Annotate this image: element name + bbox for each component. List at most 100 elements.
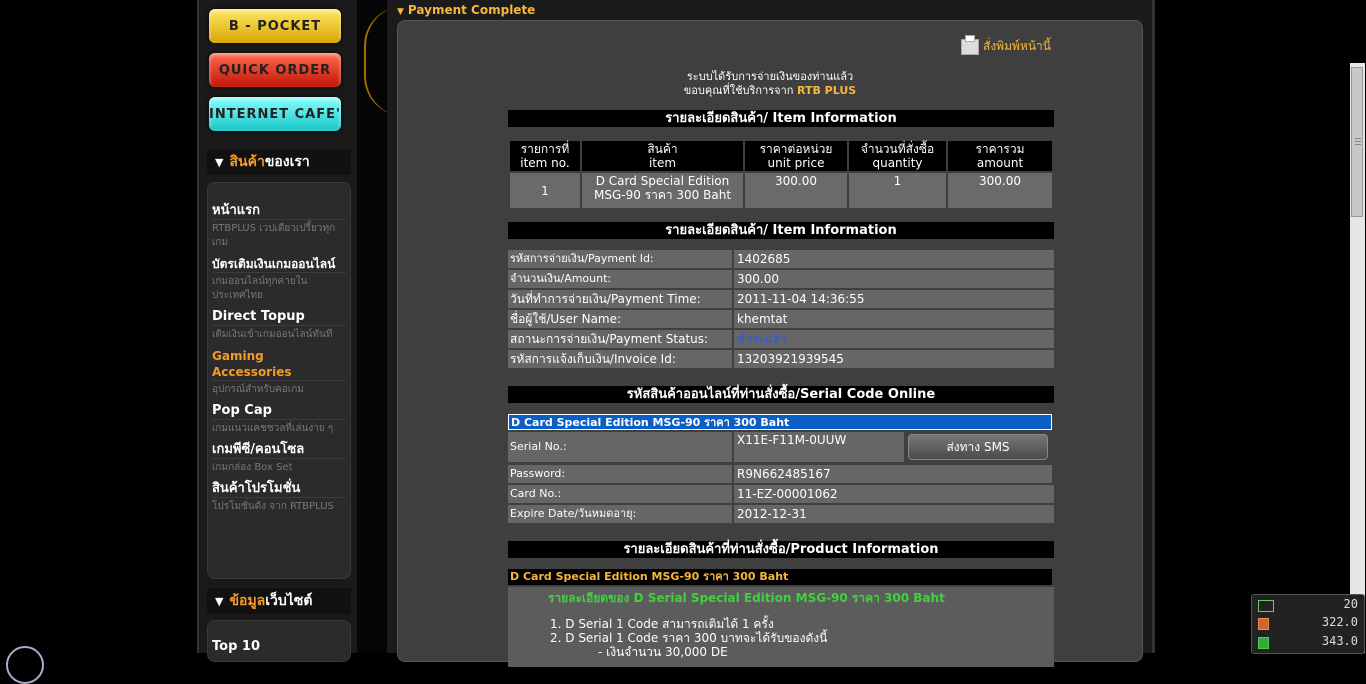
widget-value: 20 — [1343, 597, 1358, 611]
system-monitor-widget: 20 322.0 343.0 — [1251, 594, 1365, 654]
cell-quantity: 1 — [849, 173, 946, 208]
menu-item-pc-console[interactable]: เกมพีซี/คอนโซล เกมกล่อง Box Set — [208, 442, 350, 475]
triangle-down-icon: ▼ — [215, 155, 224, 169]
printer-icon — [961, 34, 979, 55]
table-row: 1 D Card Special Edition MSG-90 ราคา 300 … — [510, 173, 1052, 208]
item-table: รายการที่ item no. สินค้า item ราคาต่อหน่ว… — [508, 139, 1054, 210]
item-info-title: รายละเอียดสินค้า/ Item Information — [508, 110, 1054, 127]
menu-item-home[interactable]: หน้าแรก RTBPLUS เวปเดียวเปรี้ยวทุกเกม — [208, 203, 350, 250]
row-value: 13203921939545 — [734, 350, 1054, 368]
cell-item: D Card Special Edition MSG-90 ราคา 300 Ba… — [582, 173, 743, 208]
menu-item-title[interactable]: Direct Topup — [212, 309, 346, 325]
menu-item-topup-cards[interactable]: บัตรเติมเงินเกมออนไลน์ เกมออนไลน์ทุกค่าย… — [208, 256, 350, 303]
print-label[interactable]: สั่งพิมพ์หน้านี้ — [983, 37, 1051, 56]
site-section-heading: ▼ ข้อมูล เว็บไซต์ — [207, 588, 351, 614]
menu-item-subtitle: เกมออนไลน์ทุกค่ายในประเทศไทย — [212, 272, 346, 303]
row-label: วันที่ทำการจ่ายเงิน/Payment Time: — [508, 290, 732, 308]
table-header-row: รายการที่ item no. สินค้า item ราคาต่อหน่ว… — [510, 141, 1052, 171]
internet-cafe-button[interactable]: INTERNET CAFE' — [209, 97, 341, 131]
widget-row: 343.0 — [1256, 634, 1360, 650]
menu-item-promotion[interactable]: สินค้าโปรโมชั่น โปรโมชั่นดัง จาก RTBPLUS — [208, 481, 350, 514]
col-header: ราคารวม amount — [948, 141, 1052, 171]
menu-item-subtitle: เกมกล่อง Box Set — [212, 458, 346, 475]
products-menu: หน้าแรก RTBPLUS เวปเดียวเปรี้ยวทุกเกม บั… — [207, 182, 351, 579]
row-label: สถานะการจ่ายเงิน/Payment Status: — [508, 330, 732, 348]
menu-item-subtitle: อุปกรณ์สำหรับคอเกม — [212, 380, 346, 397]
brand-name: RTB PLUS — [796, 84, 857, 97]
menu-item-title[interactable]: สินค้าโปรโมชั่น — [212, 481, 346, 497]
row-label: Expire Date/วันหมดอายุ: — [508, 505, 732, 523]
memory-icon — [1258, 637, 1269, 649]
widget-value: 343.0 — [1321, 634, 1358, 648]
triangle-down-icon: ▼ — [397, 7, 404, 17]
menu-item-title[interactable]: บัตรเติมเงินเกมออนไลน์ — [212, 256, 346, 272]
page-title: ▼ Payment Complete — [397, 3, 535, 17]
product-bar: D Card Special Edition MSG-90 ราคา 300 B… — [508, 569, 1052, 585]
site-menu: Top 10 — [207, 620, 351, 662]
product-detail-heading: รายละเอียดของ D Serial Special Edition M… — [548, 591, 945, 605]
row-label: ชื่อผู้ใช้/User Name: — [508, 310, 732, 328]
col-header: สินค้า item — [582, 141, 743, 171]
thanks-prefix: ขอบคุณที่ใช้บริการจาก — [683, 84, 797, 97]
content-box: สั่งพิมพ์หน้านี้ ระบบได้รับการจ่ายเงินขอ… — [397, 20, 1143, 667]
print-link[interactable]: สั่งพิมพ์หน้านี้ — [961, 34, 1051, 56]
page-title-text: Payment Complete — [407, 3, 536, 17]
menu-item-title[interactable]: Gaming Accessories — [212, 348, 346, 380]
col-header: ราคาต่อหน่วย unit price — [745, 141, 847, 171]
row-value: R9N662485167 — [734, 465, 1052, 483]
widget-value: 322.0 — [1321, 615, 1358, 629]
menu-item-subtitle: โปรโมชั่นดัง จาก RTBPLUS — [212, 497, 346, 514]
widget-row: 322.0 — [1256, 615, 1360, 631]
menu-item-pop-cap[interactable]: Pop Cap เกมแนวแคชชวลที่เล่นง่าย ๆ — [208, 403, 350, 436]
row-label: รหัสการแจ้งเก็บเงิน/Invoice Id: — [508, 350, 732, 368]
left-sidebar: B - POCKET QUICK ORDER INTERNET CAFE' ▼ … — [197, 0, 361, 662]
col-header: รายการที่ item no. — [510, 141, 580, 171]
product-detail-box: รายละเอียดของ D Serial Special Edition M… — [508, 587, 1054, 667]
row-label: Card No.: — [508, 485, 732, 503]
network-icon — [1258, 600, 1274, 612]
row-value: 11-EZ-00001062 — [734, 485, 1054, 503]
row-value: 300.00 — [734, 270, 1054, 288]
b-pocket-button[interactable]: B - POCKET — [209, 9, 341, 43]
cpu-icon — [1258, 618, 1269, 630]
products-heading-rest: ของเรา — [264, 154, 310, 170]
menu-item-title[interactable]: Pop Cap — [212, 403, 346, 419]
row-label: Password: — [508, 465, 732, 483]
scrollbar-thumb[interactable] — [1351, 67, 1363, 217]
widget-row: 20 — [1256, 597, 1360, 613]
row-value: khemtat — [734, 310, 1054, 328]
row-label: จำนวนเงิน/Amount: — [508, 270, 732, 288]
menu-item-direct-topup[interactable]: Direct Topup เติมเงินเข้าเกมออนไลน์ทันที — [208, 309, 350, 342]
main-panel: ▼ Payment Complete สั่งพิมพ์หน้านี้ ระบบไ… — [387, 0, 1155, 667]
send-sms-button[interactable]: ส่งทาง SMS — [908, 434, 1048, 460]
cell-item-no: 1 — [510, 173, 580, 208]
menu-item-subtitle: RTBPLUS เวปเดียวเปรี้ยวทุกเกม — [212, 219, 346, 250]
site-heading-highlight: ข้อมูล — [229, 593, 266, 609]
quick-order-button[interactable]: QUICK ORDER — [209, 53, 341, 87]
products-section-heading: ▼ สินค้า ของเรา — [207, 149, 351, 175]
row-value: 1402685 — [734, 250, 1054, 268]
site-heading-rest: เว็บไซต์ — [265, 593, 313, 609]
col-header: จำนวนที่สั่งซื้อ quantity — [849, 141, 946, 171]
payment-info-title: รายละเอียดสินค้า/ Item Information — [508, 222, 1054, 239]
row-value: X11E-F11M-0UUW — [734, 432, 904, 462]
menu-item-subtitle: เติมเงินเข้าเกมออนไลน์ทันที — [212, 325, 346, 342]
menu-item-title[interactable]: หน้าแรก — [212, 203, 346, 219]
page-scrollbar[interactable] — [1350, 63, 1365, 653]
row-label: Serial No.: — [508, 432, 732, 462]
row-value: 2011-11-04 14:36:55 — [734, 290, 1054, 308]
product-info-title: รายละเอียดสินค้าที่ท่านสั่งซื้อ/Product … — [508, 541, 1054, 558]
thanks-line-2: ขอบคุณที่ใช้บริการจาก RTB PLUS — [398, 81, 1142, 99]
menu-item-gaming-accessories[interactable]: Gaming Accessories อุปกรณ์สำหรับคอเกม — [208, 348, 350, 397]
cell-unit-price: 300.00 — [745, 173, 847, 208]
menu-item-subtitle: เกมแนวแคชชวลที่เล่นง่าย ๆ — [212, 419, 346, 436]
menu-item-title[interactable]: เกมพีซี/คอนโซล — [212, 442, 346, 458]
cursor-ring — [6, 646, 44, 684]
row-value: ชำระแล้ว — [734, 330, 1054, 348]
serial-product-bar: D Card Special Edition MSG-90 ราคา 300 B… — [508, 414, 1052, 430]
payment-status: ชำระแล้ว — [737, 332, 787, 346]
row-value: 2012-12-31 — [734, 505, 1054, 523]
cell-amount: 300.00 — [948, 173, 1052, 208]
row-label: รหัสการจ่ายเงิน/Payment Id: — [508, 250, 732, 268]
products-heading-highlight: สินค้า — [229, 154, 265, 170]
